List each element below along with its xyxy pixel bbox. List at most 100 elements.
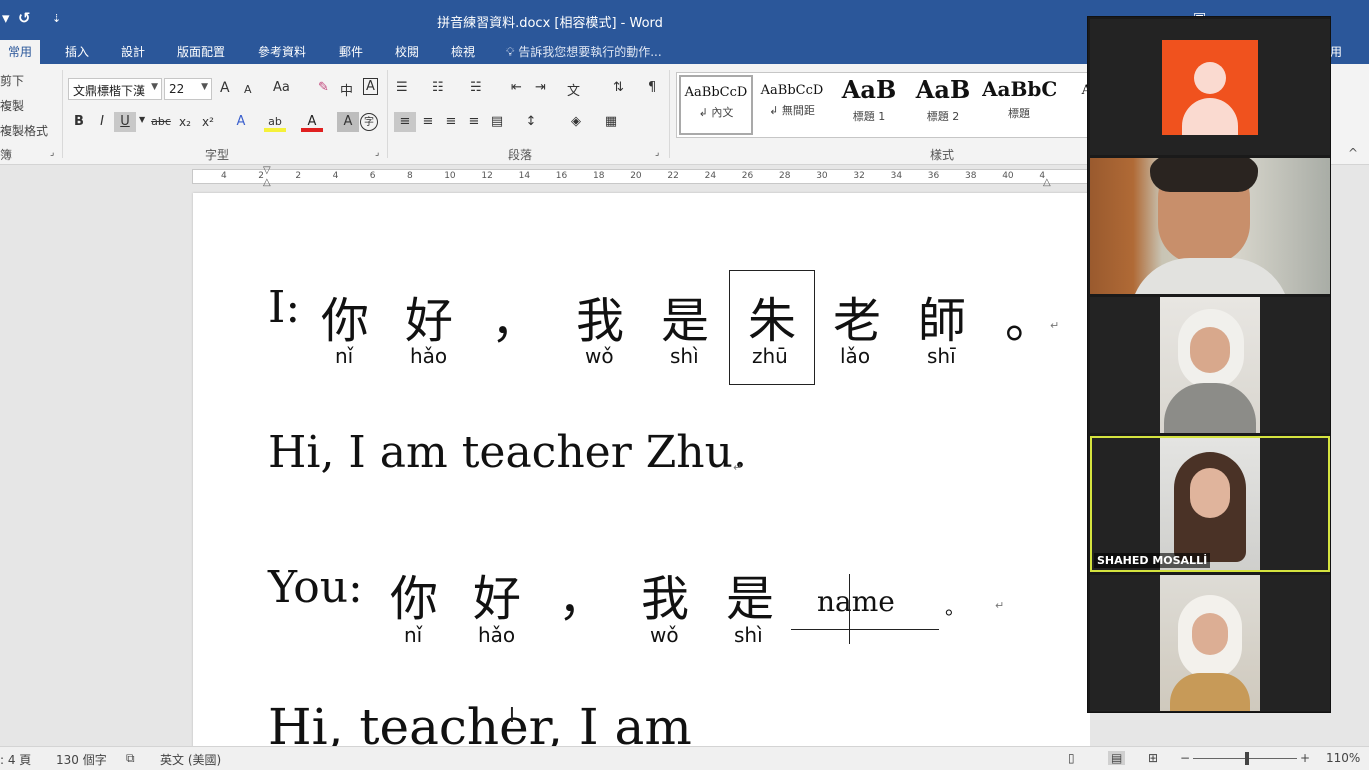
- enclose-characters-icon[interactable]: 字: [360, 113, 378, 131]
- zoom-in-button[interactable]: +: [1300, 751, 1310, 765]
- center-button[interactable]: ≡: [417, 112, 439, 132]
- first-line-indent-marker[interactable]: ▽: [263, 165, 271, 176]
- video-conference-panel: SHAHED MOSALLİ: [1087, 16, 1331, 713]
- tab-mailings[interactable]: 郵件: [339, 43, 363, 60]
- shading-icon[interactable]: ◈: [565, 112, 587, 132]
- font-launcher-icon[interactable]: ⌟: [375, 148, 379, 158]
- subscript-button[interactable]: x₂: [174, 112, 196, 132]
- ruler-label: 4: [332, 171, 339, 181]
- justify-button[interactable]: ≡: [463, 112, 485, 132]
- video-feed: [1160, 575, 1260, 711]
- hanzi-shi: 是: [726, 571, 775, 627]
- hanzi-wo: 我: [641, 571, 690, 627]
- lightbulb-icon: 💡︎: [506, 45, 519, 59]
- word-count[interactable]: 130 個字: [56, 751, 107, 768]
- line-spacing-icon[interactable]: ↕: [520, 112, 542, 132]
- participant-tile-video[interactable]: [1090, 297, 1330, 433]
- tab-review[interactable]: 校閱: [395, 43, 419, 60]
- print-layout-icon[interactable]: ▤: [1108, 751, 1126, 765]
- participant-tile-video[interactable]: [1090, 575, 1330, 711]
- tab-references[interactable]: 參考資料: [258, 43, 306, 60]
- align-left-button[interactable]: ≡: [394, 112, 416, 132]
- distributed-button[interactable]: ▤: [486, 112, 508, 132]
- paragraph-launcher-icon[interactable]: ⌟: [655, 148, 659, 158]
- strikethrough-button[interactable]: abc: [150, 112, 172, 132]
- text-cursor: [849, 574, 850, 644]
- cut-button[interactable]: 剪下: [0, 72, 24, 89]
- format-painter-button[interactable]: 複製格式: [0, 122, 48, 139]
- tab-layout[interactable]: 版面配置: [177, 43, 225, 60]
- hanzi-period: 。: [1005, 293, 1054, 349]
- pinyin-hao: hǎo: [478, 623, 516, 647]
- ruler-label: 4: [221, 171, 227, 181]
- style-no-spacing[interactable]: AaBbCcD ↲ 無間距: [755, 75, 829, 135]
- bullets-icon[interactable]: ☰: [396, 80, 408, 95]
- collapse-ribbon-icon[interactable]: ^: [1348, 146, 1358, 160]
- hanzi-shi: 是: [661, 293, 710, 349]
- numbering-icon[interactable]: ☷: [432, 80, 444, 95]
- font-size-combo[interactable]: 22 ▼: [164, 78, 212, 100]
- change-case-icon[interactable]: Aa: [273, 80, 290, 95]
- chinese-layout-icon[interactable]: 文: [567, 80, 580, 99]
- decrease-indent-icon[interactable]: ⇤: [511, 80, 522, 95]
- document-page[interactable]: I: 你 好 ， 我 是 朱 老 師 。 ↵ nǐ hǎo wǒ shì zhū…: [193, 193, 1090, 746]
- phonetic-guide-icon[interactable]: 中: [340, 80, 353, 99]
- ruler-label: 24: [704, 171, 717, 181]
- participant-tile-avatar[interactable]: [1090, 19, 1330, 155]
- multilevel-list-icon[interactable]: ☵: [470, 80, 482, 95]
- highlight-color-icon[interactable]: ab: [264, 112, 286, 132]
- video-feed: [1160, 297, 1260, 433]
- superscript-button[interactable]: x²: [197, 112, 219, 132]
- participant-tile-video[interactable]: [1090, 158, 1330, 294]
- style-heading-1[interactable]: AaB 標題 1: [832, 75, 906, 135]
- zoom-slider-thumb[interactable]: [1245, 752, 1249, 765]
- right-indent-marker[interactable]: △: [1043, 177, 1051, 188]
- bold-button[interactable]: B: [68, 112, 90, 132]
- tab-design[interactable]: 設計: [121, 43, 145, 60]
- text-effects-icon[interactable]: A: [230, 112, 252, 132]
- document-area: I: 你 好 ， 我 是 朱 老 師 。 ↵ nǐ hǎo wǒ shì zhū…: [0, 189, 1090, 746]
- share-button[interactable]: 用: [1330, 43, 1342, 60]
- ruler-label: 32: [853, 171, 865, 181]
- font-name-combo[interactable]: 文鼎標楷下漢 ▼: [68, 78, 162, 100]
- increase-indent-icon[interactable]: ⇥: [535, 80, 546, 95]
- paragraph-mark: ↵: [1050, 319, 1060, 332]
- zoom-level[interactable]: 110%: [1326, 751, 1360, 765]
- tab-home[interactable]: 常用: [0, 40, 41, 64]
- font-color-icon[interactable]: A: [301, 112, 323, 132]
- proofing-icon[interactable]: ⧉: [126, 751, 135, 766]
- character-shading-icon[interactable]: A: [337, 112, 359, 132]
- left-indent-marker[interactable]: △: [263, 177, 271, 188]
- borders-icon[interactable]: ▦: [600, 112, 622, 132]
- style-heading-2[interactable]: AaB 標題 2: [906, 75, 980, 135]
- sort-icon[interactable]: ⇅: [613, 80, 624, 95]
- tell-me-search[interactable]: 💡︎ 告訴我您想要執行的動作...: [506, 43, 662, 60]
- shrink-font-icon[interactable]: A: [244, 83, 252, 96]
- web-layout-icon[interactable]: ⊞: [1148, 751, 1158, 765]
- grow-font-icon[interactable]: A: [220, 80, 230, 96]
- paragraph-group-label: 段落: [508, 148, 533, 162]
- style-normal[interactable]: AaBbCcD ↲ 內文: [679, 75, 753, 135]
- chevron-down-icon[interactable]: ▼: [139, 115, 145, 124]
- page-count[interactable]: : 4 頁: [0, 751, 31, 768]
- copy-button[interactable]: 複製: [0, 97, 24, 114]
- language-indicator[interactable]: 英文 (美國): [160, 751, 221, 768]
- clear-formatting-icon[interactable]: ✎: [318, 80, 329, 95]
- tab-view[interactable]: 檢視: [451, 43, 475, 60]
- zoom-out-button[interactable]: −: [1180, 751, 1190, 765]
- chevron-down-icon: ▼: [151, 82, 158, 92]
- ruler-track[interactable]: 4 2 2 4 6 8 10 12 14 16 18 20 22 24 26 28 30 32 34 36 38 40 4: [192, 169, 1090, 184]
- read-mode-icon[interactable]: ▯: [1068, 751, 1075, 765]
- chevron-down-icon: ▼: [201, 82, 208, 92]
- italic-button[interactable]: I: [91, 112, 113, 132]
- participant-tile-active-speaker[interactable]: SHAHED MOSALLİ: [1090, 436, 1330, 572]
- tab-insert[interactable]: 插入: [65, 43, 89, 60]
- character-border-icon[interactable]: A: [363, 78, 378, 95]
- show-paragraph-marks-icon[interactable]: ¶: [648, 80, 656, 95]
- ruler-label: 6: [369, 171, 376, 181]
- clipboard-launcher-icon[interactable]: ⌟: [50, 148, 54, 158]
- style-title[interactable]: AaBbC 標題: [982, 75, 1056, 135]
- hanzi-shi-teacher: 師: [918, 293, 967, 349]
- align-right-button[interactable]: ≡: [440, 112, 462, 132]
- underline-button[interactable]: U: [114, 112, 136, 132]
